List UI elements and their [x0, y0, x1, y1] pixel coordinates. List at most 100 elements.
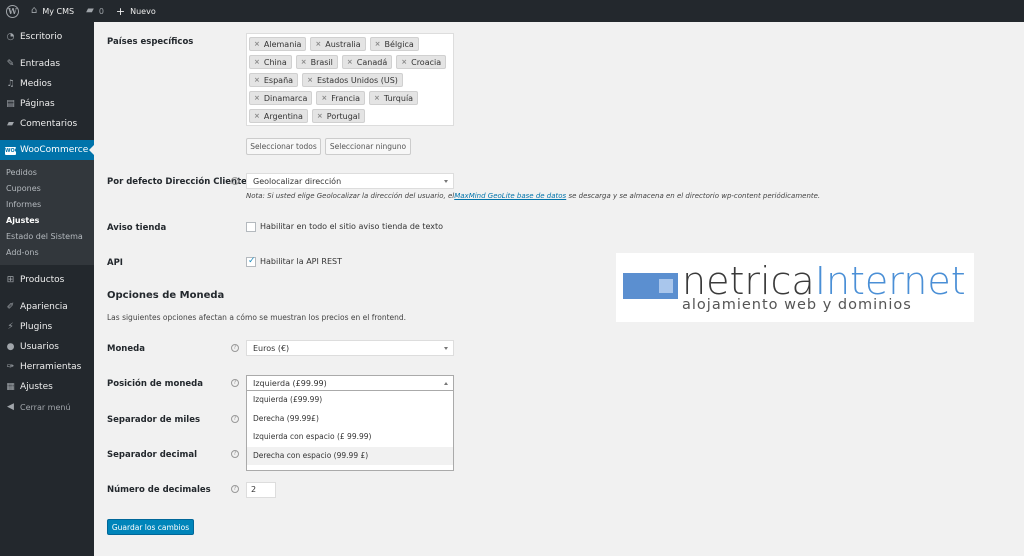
remove-icon[interactable]: × [254, 76, 260, 84]
remove-icon[interactable]: × [375, 40, 381, 48]
logo-brand: netricaInternet [682, 259, 966, 303]
sidebar-item-label: WooCommerce [20, 145, 89, 155]
country-chip[interactable]: × Canadá [341, 55, 393, 69]
country-chip[interactable]: × Dinamarca [249, 91, 313, 105]
country-chip[interactable]: × Alemania [249, 37, 307, 51]
sidebar-item-comentarios[interactable]: ▰ Comentarios [0, 114, 94, 134]
sidebar-item-ajustes[interactable]: ▦ Ajustes [0, 377, 94, 397]
site-name-link[interactable]: ⌂ My CMS [25, 0, 80, 22]
submenu-item-pedidos[interactable]: Pedidos [0, 165, 94, 181]
store-notice-label: Aviso tienda [107, 223, 167, 233]
help-icon[interactable]: ? [231, 415, 239, 423]
chip-row: × Alemania × Australia × Bélgica [249, 37, 451, 51]
country-chip[interactable]: × Australia [310, 37, 366, 51]
netrica-logo: netricaInternet alojamiento web y domini… [616, 253, 974, 322]
decimals-label: Número de decimales [107, 485, 211, 495]
remove-icon[interactable]: × [254, 40, 260, 48]
chip-row: × España × Estados Unidos (US) [249, 73, 451, 87]
remove-icon[interactable]: × [254, 94, 260, 102]
note-prefix: Nota: Si usted elige Geolocalizar la dir… [246, 192, 455, 200]
remove-icon[interactable]: × [301, 58, 307, 66]
sidebar-item-escritorio[interactable]: ◔ Escritorio [0, 27, 94, 47]
comments-link[interactable]: ▰ 0 [80, 0, 110, 22]
country-chip[interactable]: × Bélgica [369, 37, 419, 51]
sidebar-item-entradas[interactable]: ✎ Entradas [0, 54, 94, 74]
sidebar-item-usuarios[interactable]: ● Usuarios [0, 337, 94, 357]
decimal-separator-label: Separador decimal [107, 450, 198, 460]
home-icon: ⌂ [31, 5, 38, 16]
country-chip[interactable]: × Brasil [295, 55, 338, 69]
select-value: Geolocalizar dirección [253, 176, 342, 186]
help-icon[interactable]: ? [231, 177, 239, 185]
select-all-button[interactable]: Seleccionar todos [246, 138, 321, 155]
store-notice-checkbox[interactable] [246, 222, 256, 232]
sidebar-item-woocommerce[interactable]: WOO WooCommerce [0, 140, 94, 160]
thousand-separator-label: Separador de miles [107, 415, 201, 425]
country-chip[interactable]: × Estados Unidos (US) [302, 73, 403, 87]
chip-label: Francia [331, 93, 361, 103]
submenu-item-ajustes[interactable]: Ajustes [0, 213, 94, 229]
currency-position-select[interactable]: Izquierda (£99.99) [246, 375, 454, 391]
remove-icon[interactable]: × [374, 94, 380, 102]
countries-multiselect[interactable]: × Alemania × Australia × Bélgica × China × Br… [246, 33, 454, 126]
country-chip[interactable]: × Croacia [396, 55, 447, 69]
submenu-item-add-ons[interactable]: Add-ons [0, 245, 94, 261]
remove-icon[interactable]: × [307, 76, 313, 84]
select-none-button[interactable]: Seleccionar ninguno [325, 138, 411, 155]
remove-icon[interactable]: × [315, 40, 321, 48]
country-chip[interactable]: × Francia [316, 91, 366, 105]
sidebar-item-medios[interactable]: ♫ Medios [0, 74, 94, 94]
api-checkbox[interactable] [246, 256, 256, 267]
chip-row: × Dinamarca × Francia × Turquía [249, 91, 451, 105]
sidebar-item-productos[interactable]: ⊞ Productos [0, 270, 94, 290]
remove-icon[interactable]: × [254, 112, 260, 120]
country-chip[interactable]: × Turquía [369, 91, 419, 105]
help-icon[interactable]: ? [231, 485, 239, 493]
maxmind-link[interactable]: MaxMind GeoLite base de datos [454, 192, 566, 200]
currency-position-dropdown: Izquierda (£99.99) Derecha (99.99£) Izqu… [246, 391, 454, 471]
country-chip[interactable]: × España [249, 73, 299, 87]
remove-icon[interactable]: × [254, 58, 260, 66]
geolocation-note: Nota: Si usted elige Geolocalizar la dir… [246, 192, 820, 200]
wordpress-logo-button[interactable]: W [0, 0, 25, 22]
dropdown-option[interactable]: Izquierda con espacio (£ 99.99) [247, 428, 453, 447]
submenu-item-cupones[interactable]: Cupones [0, 181, 94, 197]
admin-sidebar: ◔ Escritorio ✎ Entradas ♫ Medios ▤ Págin… [0, 22, 94, 556]
save-changes-button[interactable]: Guardar los cambios [107, 519, 194, 535]
collapse-menu-button[interactable]: ◀ Cerrar menú [0, 397, 94, 417]
decimals-input[interactable]: 2 [246, 482, 276, 498]
dropdown-option[interactable]: Izquierda (£99.99) [247, 391, 453, 410]
help-icon[interactable]: ? [231, 344, 239, 352]
dropdown-option[interactable]: Derecha (99.99£) [247, 410, 453, 429]
submenu-item-informes[interactable]: Informes [0, 197, 94, 213]
country-chip[interactable]: × China [249, 55, 292, 69]
sidebar-item-plugins[interactable]: ⚡ Plugins [0, 317, 94, 337]
sidebar-item-label: Comentarios [20, 119, 78, 129]
country-chip[interactable]: × Argentina [249, 109, 308, 123]
help-icon[interactable]: ? [231, 379, 239, 387]
default-address-select[interactable]: Geolocalizar dirección [246, 173, 454, 189]
currency-select[interactable]: Euros (€) [246, 340, 454, 356]
logo-mark [623, 273, 678, 299]
cart-icon: ⊞ [6, 275, 15, 285]
api-checkbox-label[interactable]: Habilitar la API REST [260, 257, 342, 266]
sidebar-item-paginas[interactable]: ▤ Páginas [0, 94, 94, 114]
help-icon[interactable]: ? [231, 450, 239, 458]
country-chip[interactable]: × Portugal [311, 109, 365, 123]
store-notice-checkbox-label[interactable]: Habilitar en todo el sitio aviso tienda … [260, 222, 443, 231]
sidebar-item-label: Páginas [20, 99, 55, 109]
sidebar-item-label: Entradas [20, 59, 61, 69]
chip-label: Canadá [356, 57, 388, 67]
sidebar-item-herramientas[interactable]: ✑ Herramientas [0, 357, 94, 377]
sidebar-item-apariencia[interactable]: ✐ Apariencia [0, 297, 94, 317]
chip-label: Dinamarca [263, 93, 308, 103]
remove-icon[interactable]: × [321, 94, 327, 102]
remove-icon[interactable]: × [317, 112, 323, 120]
remove-icon[interactable]: × [347, 58, 353, 66]
dropdown-option[interactable]: Derecha con espacio (99.99 £) [247, 446, 453, 465]
new-content-link[interactable]: + Nuevo [110, 0, 162, 22]
submenu-item-estado-sistema[interactable]: Estado del Sistema [0, 229, 94, 245]
remove-icon[interactable]: × [401, 58, 407, 66]
chevron-down-icon [444, 347, 448, 350]
currency-section-desc: Las siguientes opciones afectan a cómo s… [107, 313, 407, 322]
